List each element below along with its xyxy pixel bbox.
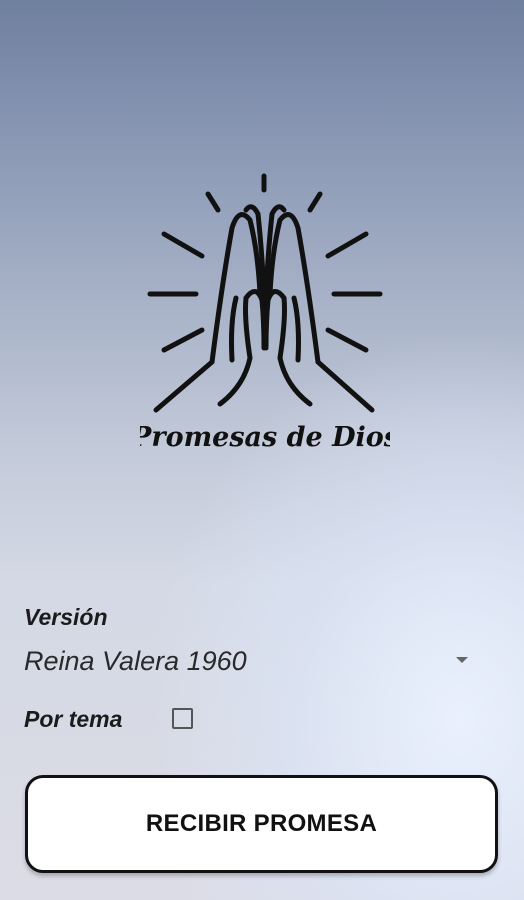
topic-checkbox[interactable] [172, 708, 193, 729]
version-dropdown[interactable]: Reina Valera 1960 [22, 640, 482, 684]
logo-title: Promesas de Dios [140, 422, 390, 453]
receive-promise-button-label: RECIBIR PROMESA [145, 810, 378, 837]
praying-hands-icon: Promesas de Dios [140, 173, 390, 453]
version-selected-value: Reina Valera 1960 [24, 646, 247, 676]
dropdown-arrow-icon [456, 657, 468, 663]
version-label: Versión [24, 604, 108, 630]
app-logo: Promesas de Dios [140, 172, 390, 462]
topic-label: Por tema [24, 706, 123, 732]
receive-promise-button[interactable]: RECIBIR PROMESA [25, 775, 498, 873]
